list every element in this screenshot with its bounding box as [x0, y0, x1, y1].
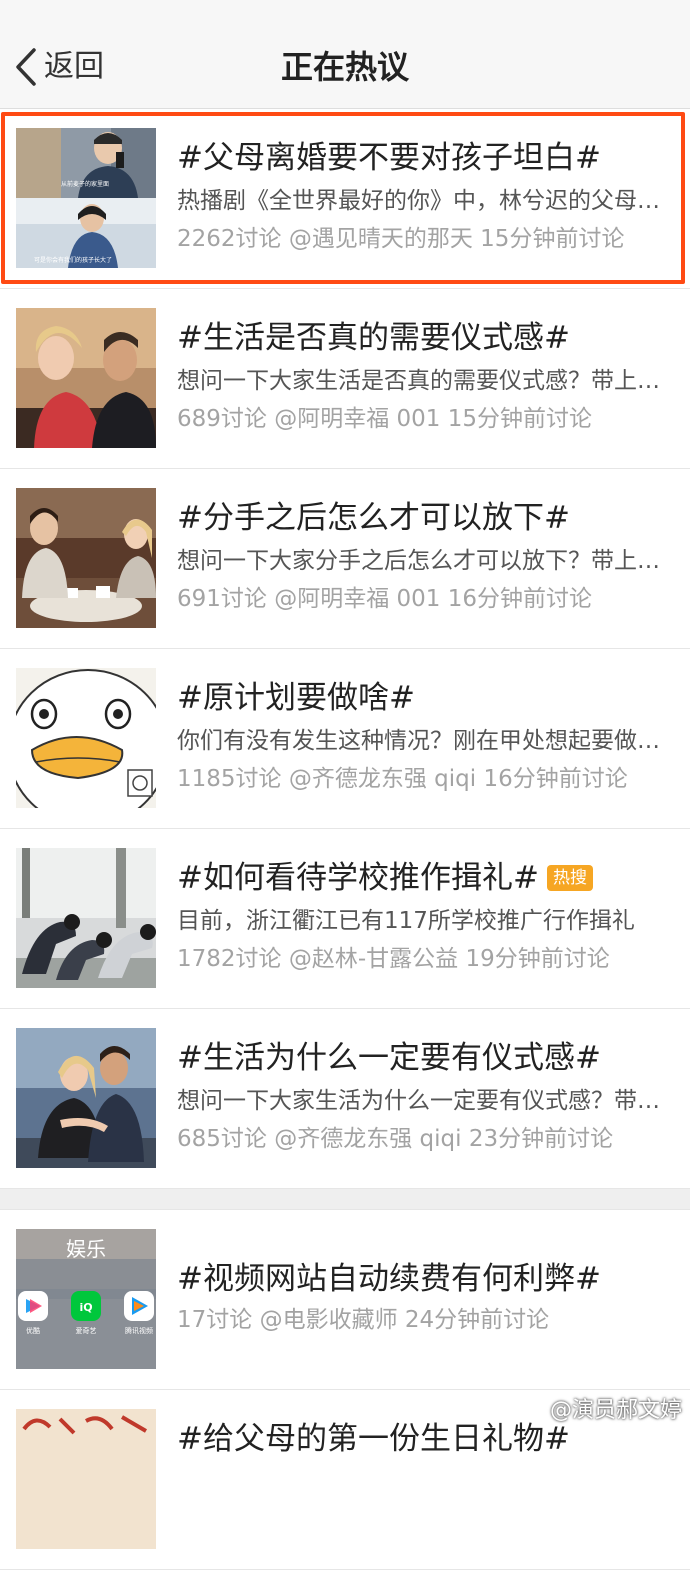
- thumbnail-caption: 可是你会有我们的孩子长大了: [34, 256, 112, 264]
- topic-user[interactable]: @赵林-甘露公益: [289, 946, 458, 972]
- topic-title: #分手之后怎么才可以放下#: [177, 500, 570, 536]
- topic-title: #视频网站自动续费有何利弊#: [177, 1261, 601, 1297]
- topic-meta: 1782讨论 @赵林-甘露公益 19分钟前讨论: [177, 942, 670, 976]
- students-bowing-image: [16, 848, 156, 988]
- handwritten-card-image: [16, 1409, 156, 1549]
- topic-text: #生活为什么一定要有仪式感# 想问一下大家生活为什么一定要有仪式感？带上话题 6…: [177, 1038, 670, 1156]
- topic-time: 15分钟前讨论: [480, 226, 625, 252]
- weibo-icon: [524, 1401, 545, 1417]
- cafe-scene-image: [16, 488, 156, 628]
- topic-item[interactable]: #如何看待学校推作揖礼# 热搜 目前，浙江衢江已有117所学校推广行作揖礼 17…: [0, 829, 690, 1009]
- discussion-count: 689讨论: [177, 406, 267, 432]
- folder-label: 娱乐: [66, 1237, 106, 1261]
- topic-user[interactable]: @阿明幸福 001: [274, 586, 440, 612]
- topic-description: 你们有没有发生这种情况？刚在甲处想起要做什么: [177, 728, 670, 754]
- topic-meta: 691讨论 @阿明幸福 001 16分钟前讨论: [177, 582, 670, 616]
- topic-thumbnail: [16, 848, 156, 988]
- app-label-iqiyi: 爱奇艺: [76, 1326, 97, 1335]
- topic-title: #原计划要做啥#: [177, 680, 415, 716]
- topic-item[interactable]: 从前麦子的家里面 可是你会有我们的孩子长大了 #父母离婚要不要对孩子坦白# 热播…: [0, 109, 690, 289]
- topic-description: 想问一下大家分手之后怎么才可以放下？带上话题: [177, 548, 670, 574]
- cartoon-duck-image: [16, 668, 156, 808]
- watermark-text: @演员郝文婷: [549, 1398, 682, 1423]
- topic-time: 23分钟前讨论: [468, 1126, 614, 1152]
- topic-thumbnail: [16, 488, 156, 628]
- topic-title: #父母离婚要不要对孩子坦白#: [177, 140, 601, 176]
- topic-text: #原计划要做啥# 你们有没有发生这种情况？刚在甲处想起要做什么 1185讨论 @…: [177, 678, 670, 796]
- topic-time: 16分钟前讨论: [447, 586, 593, 612]
- topic-thumbnail: [16, 308, 156, 448]
- watermark: @演员郝文婷: [524, 1392, 682, 1424]
- app-label-tencent: 腾讯视频: [125, 1326, 153, 1335]
- topic-text: #父母离婚要不要对孩子坦白# 热播剧《全世界最好的你》中，林兮迟的父母离婚… 2…: [177, 138, 670, 256]
- topic-item[interactable]: #原计划要做啥# 你们有没有发生这种情况？刚在甲处想起要做什么 1185讨论 @…: [0, 649, 690, 829]
- topic-thumbnail: iQ 优酷 爱奇艺 腾讯视频 娱乐: [16, 1229, 156, 1369]
- svg-text:iQ: iQ: [79, 1301, 92, 1314]
- discussion-count: 17讨论: [177, 1307, 253, 1333]
- topic-text: #给父母的第一份生日礼物#: [177, 1419, 670, 1459]
- topic-description: 想问一下大家生活是否真的需要仪式感？带上话题: [177, 368, 670, 394]
- topic-item[interactable]: #分手之后怎么才可以放下# 想问一下大家分手之后怎么才可以放下？带上话题 691…: [0, 469, 690, 649]
- topic-text: #如何看待学校推作揖礼# 热搜 目前，浙江衢江已有117所学校推广行作揖礼 17…: [177, 858, 670, 976]
- topic-item[interactable]: #生活为什么一定要有仪式感# 想问一下大家生活为什么一定要有仪式感？带上话题 6…: [0, 1009, 690, 1189]
- topic-list: 从前麦子的家里面 可是你会有我们的孩子长大了 #父母离婚要不要对孩子坦白# 热播…: [0, 109, 690, 1570]
- topic-user[interactable]: @电影收藏师: [260, 1307, 398, 1333]
- topic-user[interactable]: @阿明幸福 001: [274, 406, 440, 432]
- topic-user[interactable]: @遇见晴天的那天: [289, 226, 473, 252]
- thumbnail-caption: 从前麦子的家里面: [61, 180, 109, 188]
- drama-still-image: 从前麦子的家里面 可是你会有我们的孩子长大了: [16, 128, 156, 268]
- app-label-youku: 优酷: [26, 1326, 40, 1335]
- topic-item[interactable]: iQ 优酷 爱奇艺 腾讯视频 娱乐 #视频网站自动续费有何利弊# 17讨论 @电…: [0, 1210, 690, 1390]
- topic-description: 想问一下大家生活为什么一定要有仪式感？带上话题: [177, 1088, 670, 1114]
- topic-user[interactable]: @齐德龙东强 qiqi: [289, 766, 476, 792]
- topic-meta: 2262讨论 @遇见晴天的那天 15分钟前讨论: [177, 222, 670, 256]
- topic-thumbnail: [16, 668, 156, 808]
- topic-item[interactable]: #生活是否真的需要仪式感# 想问一下大家生活是否真的需要仪式感？带上话题 689…: [0, 289, 690, 469]
- topic-description: 目前，浙江衢江已有117所学校推广行作揖礼: [177, 908, 635, 934]
- couple-photo-image: [16, 308, 156, 448]
- topic-description: 热播剧《全世界最好的你》中，林兮迟的父母离婚…: [177, 188, 670, 214]
- topic-user[interactable]: @齐德龙东强 qiqi: [274, 1126, 461, 1152]
- topic-meta: 1185讨论 @齐德龙东强 qiqi 16分钟前讨论: [177, 762, 670, 796]
- topic-title: #给父母的第一份生日礼物#: [177, 1421, 570, 1457]
- discussion-count: 1782讨论: [177, 946, 282, 972]
- topic-text: #视频网站自动续费有何利弊# 17讨论 @电影收藏师 24分钟前讨论: [177, 1259, 670, 1337]
- topic-meta: 17讨论 @电影收藏师 24分钟前讨论: [177, 1303, 670, 1337]
- topic-title: #生活是否真的需要仪式感#: [177, 320, 570, 356]
- topic-meta: 685讨论 @齐德龙东强 qiqi 23分钟前讨论: [177, 1122, 670, 1156]
- topic-text: #分手之后怎么才可以放下# 想问一下大家分手之后怎么才可以放下？带上话题 691…: [177, 498, 670, 616]
- topic-thumbnail: 从前麦子的家里面 可是你会有我们的孩子长大了: [16, 128, 156, 268]
- hot-search-badge: 热搜: [546, 865, 593, 891]
- discussion-count: 1185讨论: [177, 766, 282, 792]
- discussion-count: 2262讨论: [177, 226, 282, 252]
- topic-thumbnail: [16, 1409, 156, 1549]
- page-title: 正在热议: [280, 48, 409, 86]
- topic-time: 19分钟前讨论: [465, 946, 610, 972]
- topic-thumbnail: [16, 1028, 156, 1168]
- navigation-bar: 返回 正在热议: [0, 0, 690, 109]
- topic-title: #如何看待学校推作揖礼# 热搜: [177, 858, 670, 898]
- topic-text: #生活是否真的需要仪式感# 想问一下大家生活是否真的需要仪式感？带上话题 689…: [177, 318, 670, 436]
- discussion-count: 685讨论: [177, 1126, 267, 1152]
- discussion-count: 691讨论: [177, 586, 267, 612]
- topic-title-text: #如何看待学校推作揖礼#: [177, 860, 539, 896]
- couple-sitting-image: [16, 1028, 156, 1168]
- topic-time: 15分钟前讨论: [447, 406, 593, 432]
- section-divider: [0, 1189, 690, 1210]
- topic-time: 24分钟前讨论: [404, 1307, 550, 1333]
- topic-title: #生活为什么一定要有仪式感#: [177, 1040, 601, 1076]
- topic-time: 16分钟前讨论: [483, 766, 628, 792]
- topic-meta: 689讨论 @阿明幸福 001 15分钟前讨论: [177, 402, 670, 436]
